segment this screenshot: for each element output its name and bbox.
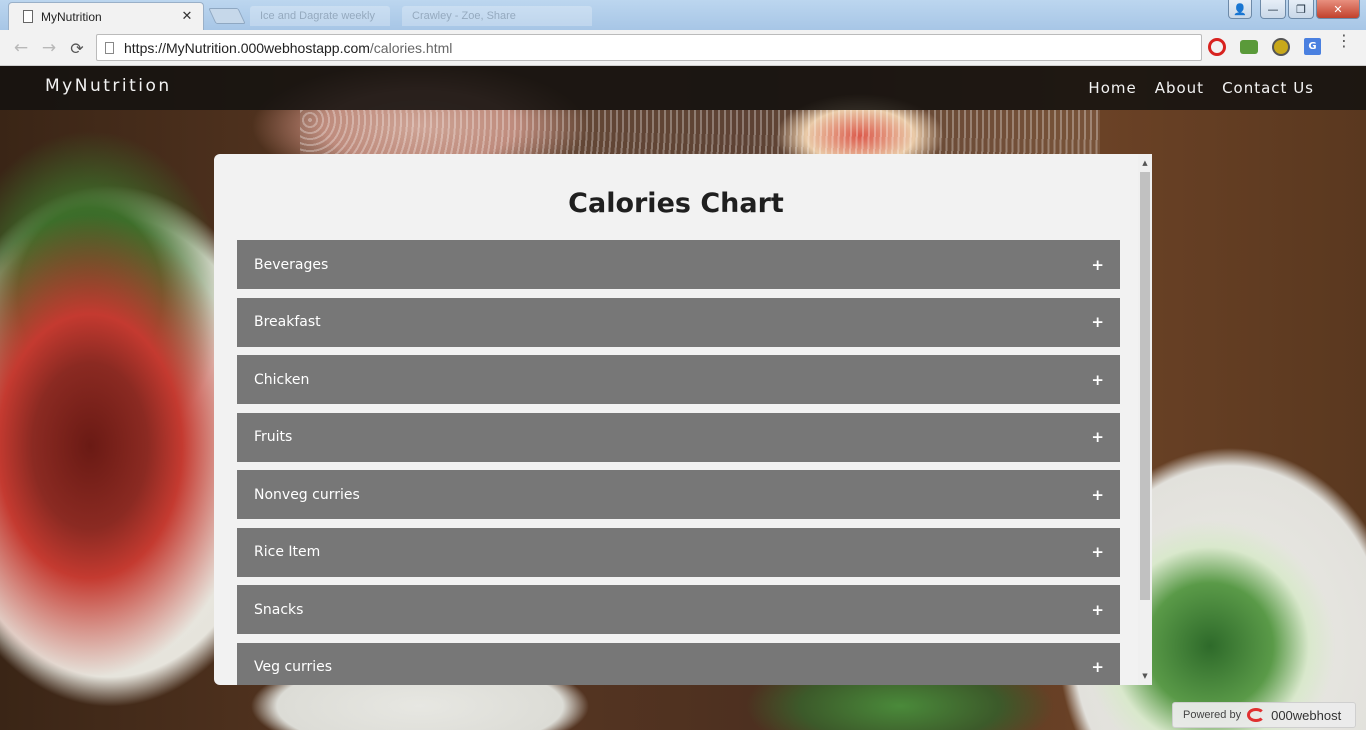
scroll-up-icon[interactable]: ▲ bbox=[1138, 156, 1152, 170]
url-host: https://MyNutrition.000webhostapp.com bbox=[124, 39, 370, 56]
accordion-label: Chicken bbox=[254, 371, 310, 388]
new-tab-button[interactable] bbox=[208, 8, 246, 24]
accordion-label: Beverages bbox=[254, 256, 329, 273]
plus-icon[interactable]: + bbox=[1091, 601, 1104, 619]
accordion-label: Rice Item bbox=[254, 544, 321, 560]
reload-icon[interactable]: ⟳ bbox=[66, 37, 88, 59]
scroll-down-icon[interactable]: ▼ bbox=[1138, 669, 1152, 683]
background-tab-1-title: Ice and Dagrate weekly bbox=[260, 10, 375, 22]
tab-mynutrition[interactable]: MyNutrition ✕ bbox=[8, 2, 204, 30]
browser-menu-icon[interactable]: ⋮ bbox=[1336, 33, 1352, 49]
address-bar[interactable]: https://MyNutrition.000webhostapp.com/ca… bbox=[96, 34, 1202, 61]
page-info-icon[interactable] bbox=[105, 41, 114, 54]
translate-extension-icon[interactable]: G bbox=[1304, 38, 1321, 55]
powered-by-badge[interactable]: Powered by 000webhost bbox=[1172, 702, 1356, 728]
accordion-label: Veg curries bbox=[254, 659, 333, 675]
scroll-thumb[interactable] bbox=[1140, 172, 1150, 600]
site-nav-links: Home About Contact Us bbox=[1088, 79, 1314, 97]
background-tab-2-title: Crawley - Zoe, Share bbox=[412, 10, 516, 22]
accordion-snacks[interactable]: Snacks + bbox=[237, 585, 1120, 634]
site-navbar: MyNutrition Home About Contact Us bbox=[0, 66, 1366, 110]
background-tab-2[interactable]: Crawley - Zoe, Share bbox=[402, 6, 592, 26]
accordion-label: Breakfast bbox=[254, 314, 321, 330]
page-icon bbox=[23, 10, 33, 23]
plus-icon[interactable]: + bbox=[1091, 256, 1104, 274]
url-path: /calories.html bbox=[369, 39, 453, 56]
tab-title: MyNutrition bbox=[41, 9, 102, 24]
browser-titlebar: MyNutrition ✕ Ice and Dagrate weekly Cra… bbox=[0, 0, 1366, 30]
coin-extension-icon[interactable] bbox=[1272, 38, 1290, 56]
panel-scrollbar[interactable]: ▲ ▼ bbox=[1138, 154, 1152, 685]
plus-icon[interactable]: + bbox=[1091, 428, 1104, 446]
accordion-fruits[interactable]: Fruits + bbox=[237, 412, 1120, 462]
window-controls: 👤 — ❐ ✕ bbox=[1228, 0, 1360, 19]
accordion-beverages[interactable]: Beverages + bbox=[237, 240, 1120, 289]
powered-by-label: Powered by bbox=[1183, 709, 1242, 721]
plus-icon[interactable]: + bbox=[1091, 658, 1104, 676]
opera-extension-icon[interactable] bbox=[1208, 38, 1226, 56]
back-icon[interactable]: ← bbox=[10, 37, 32, 59]
accordion-chicken[interactable]: Chicken + bbox=[237, 355, 1120, 404]
mail-extension-icon[interactable] bbox=[1240, 40, 1258, 54]
plus-icon[interactable]: + bbox=[1091, 313, 1104, 331]
minimize-button[interactable]: — bbox=[1260, 0, 1286, 19]
plus-icon[interactable]: + bbox=[1091, 543, 1104, 561]
calories-panel: Calories Chart Beverages + Breakfast + C… bbox=[214, 154, 1152, 685]
nav-link-about[interactable]: About bbox=[1155, 79, 1204, 97]
accordion-label: Fruits bbox=[254, 429, 293, 445]
user-icon[interactable]: 👤 bbox=[1228, 0, 1252, 19]
000webhost-logo-icon bbox=[1247, 708, 1266, 722]
category-accordion: Beverages + Breakfast + Chicken + Fruits… bbox=[237, 240, 1120, 685]
accordion-label: Nonveg curries bbox=[254, 486, 360, 503]
plus-icon[interactable]: + bbox=[1091, 486, 1104, 504]
accordion-veg-curries[interactable]: Veg curries + bbox=[237, 642, 1120, 685]
accordion-nonveg-curries[interactable]: Nonveg curries + bbox=[237, 470, 1120, 519]
page-viewport: MyNutrition Home About Contact Us Calori… bbox=[0, 66, 1366, 730]
host-name: 000webhost bbox=[1271, 707, 1342, 723]
close-window-button[interactable]: ✕ bbox=[1316, 0, 1360, 19]
maximize-button[interactable]: ❐ bbox=[1288, 0, 1314, 19]
plus-icon[interactable]: + bbox=[1091, 371, 1104, 389]
nav-link-contact[interactable]: Contact Us bbox=[1222, 79, 1314, 97]
accordion-breakfast[interactable]: Breakfast + bbox=[237, 297, 1120, 347]
accordion-label: Snacks bbox=[254, 601, 304, 618]
site-brand[interactable]: MyNutrition bbox=[45, 76, 172, 96]
tab-close-icon[interactable]: ✕ bbox=[177, 9, 197, 24]
browser-toolbar: ← → ⟳ https://MyNutrition.000webhostapp.… bbox=[0, 30, 1366, 66]
background-tab-1[interactable]: Ice and Dagrate weekly bbox=[250, 6, 390, 26]
calories-panel-content: Calories Chart Beverages + Breakfast + C… bbox=[214, 154, 1138, 685]
forward-icon[interactable]: → bbox=[38, 37, 60, 59]
page-title: Calories Chart bbox=[568, 188, 784, 219]
nav-link-home[interactable]: Home bbox=[1088, 79, 1136, 97]
accordion-rice-item[interactable]: Rice Item + bbox=[237, 527, 1120, 577]
